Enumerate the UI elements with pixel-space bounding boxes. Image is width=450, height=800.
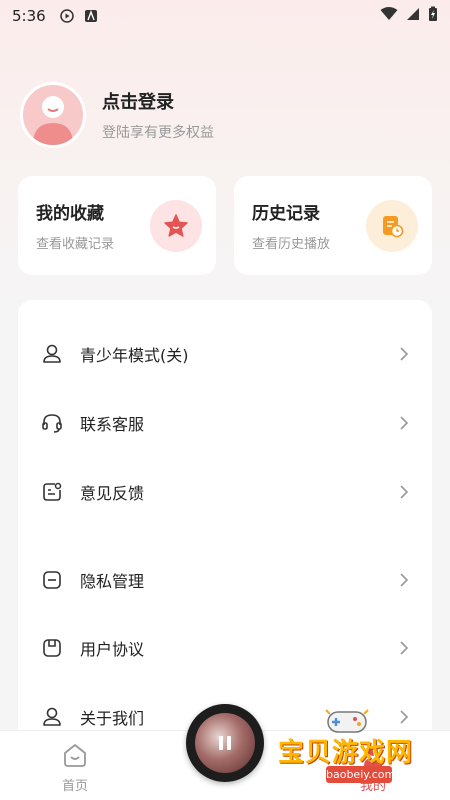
pause-icon[interactable] xyxy=(219,736,231,750)
favorites-card[interactable]: 我的收藏 查看收藏记录 xyxy=(18,176,216,275)
about-user-icon xyxy=(40,705,64,729)
agreement-icon xyxy=(40,636,64,660)
menu-label-teen-mode: 青少年模式(关) xyxy=(80,346,189,365)
album-cover xyxy=(195,713,255,773)
menu-label-privacy: 隐私管理 xyxy=(80,572,145,591)
history-card[interactable]: 历史记录 查看历史播放 xyxy=(234,176,432,275)
home-icon xyxy=(61,744,89,773)
teen-mode-user-icon xyxy=(40,342,64,366)
menu-item-customer-service[interactable]: 联系客服 xyxy=(18,398,432,448)
chevron-right-icon xyxy=(398,346,410,362)
menu-item-teen-mode[interactable]: 青少年模式(关) xyxy=(18,329,432,379)
watermark-url: baobeiy.com xyxy=(326,766,396,783)
login-subtitle: 登陆享有更多权益 xyxy=(102,125,214,141)
menu-label-feedback: 意见反馈 xyxy=(80,484,145,503)
media-play-icon xyxy=(59,9,74,23)
favorites-title: 我的收藏 xyxy=(36,204,104,224)
login-header[interactable]: 点击登录 登陆享有更多权益 xyxy=(20,82,214,148)
login-title[interactable]: 点击登录 xyxy=(102,88,214,114)
feedback-icon xyxy=(40,480,64,504)
watermark-brand: 宝贝游戏网 xyxy=(278,738,414,768)
site-watermark: 宝贝游戏网 baobeiy.com xyxy=(274,702,444,794)
chevron-right-icon xyxy=(398,640,410,656)
default-avatar-icon xyxy=(33,96,73,145)
mini-player[interactable] xyxy=(186,704,264,782)
star-icon xyxy=(150,199,202,252)
history-title: 历史记录 xyxy=(252,204,320,224)
nav-tab-home[interactable]: 首页 xyxy=(48,741,102,794)
signal-icon xyxy=(406,7,420,25)
status-time: 5:36 xyxy=(12,7,46,25)
headset-icon xyxy=(40,411,64,435)
menu-label-user-agreement: 用户协议 xyxy=(80,640,145,659)
menu-item-feedback[interactable]: 意见反馈 xyxy=(18,467,432,517)
chevron-right-icon xyxy=(398,415,410,431)
chevron-right-icon xyxy=(398,484,410,500)
settings-menu: 青少年模式(关) 联系客服 意见反馈 隐私管理 用户协议 关于我们 xyxy=(18,300,432,770)
status-bar: 5:36 xyxy=(0,0,450,32)
favorites-subtitle: 查看收藏记录 xyxy=(36,237,115,252)
history-clock-icon xyxy=(366,199,418,252)
app-notification-icon xyxy=(84,9,98,23)
nav-label-home: 首页 xyxy=(61,779,88,794)
chevron-right-icon xyxy=(398,572,410,588)
battery-charging-icon xyxy=(428,6,438,26)
avatar[interactable] xyxy=(20,82,86,148)
history-subtitle: 查看历史播放 xyxy=(252,237,331,252)
menu-item-privacy[interactable]: 隐私管理 xyxy=(18,555,432,605)
privacy-minus-icon xyxy=(40,568,64,592)
menu-label-customer-service: 联系客服 xyxy=(80,415,145,434)
menu-item-user-agreement[interactable]: 用户协议 xyxy=(18,623,432,673)
wifi-icon xyxy=(380,7,398,25)
